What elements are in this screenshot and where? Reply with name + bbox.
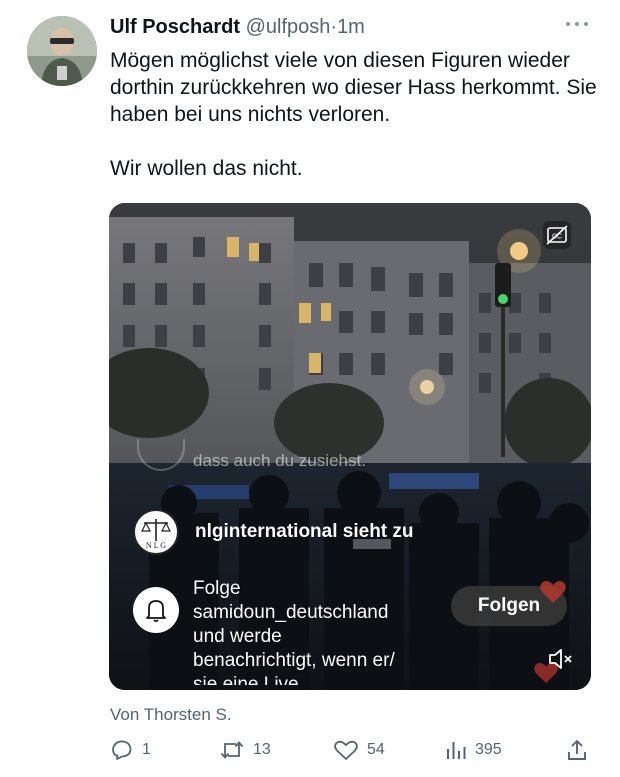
closed-caption-icon[interactable]: CC <box>543 221 571 249</box>
author-handle[interactable]: @ulfposh <box>246 16 331 38</box>
share-icon <box>568 740 586 760</box>
follow-line: benachrichtigt, wenn er/ <box>193 650 395 671</box>
analytics-icon <box>447 742 466 759</box>
retweet-icon <box>220 741 244 759</box>
follow-line: und werde <box>193 626 282 647</box>
follow-line: sie eine Live <box>193 674 299 685</box>
tweet-paragraph-2: Wir wollen das nicht. <box>110 157 303 180</box>
like-button[interactable]: 54 <box>333 735 385 765</box>
heart-icon <box>540 581 566 603</box>
author-avatar[interactable] <box>27 16 97 86</box>
reply-button[interactable]: 1 <box>110 735 151 765</box>
video-media[interactable]: CC dass auch du zusiehst. N L G nlginter… <box>109 203 591 690</box>
follow-prompt-text: Folge samidoun_deutschland und werde ben… <box>193 577 433 685</box>
nlg-logo-icon: N L G <box>133 509 179 555</box>
tweet-paragraph-1: Mögen möglichst viele von diesen Figuren… <box>110 49 597 126</box>
reply-icon <box>112 740 132 760</box>
follow-line: Folge <box>193 578 241 599</box>
speaker-muted-icon[interactable] <box>547 646 575 672</box>
watching-label: nlginternational sieht zu <box>195 521 414 542</box>
view-count: 395 <box>475 741 502 758</box>
avatar-photo <box>27 16 97 86</box>
views-button[interactable]: 395 <box>445 735 502 765</box>
svg-text:N L G: N L G <box>146 541 166 550</box>
retweet-button[interactable]: 13 <box>219 735 271 765</box>
retweet-count: 13 <box>253 741 271 758</box>
share-button[interactable] <box>565 735 589 765</box>
like-count: 54 <box>367 741 385 758</box>
bell-icon[interactable] <box>133 587 179 633</box>
author-name[interactable]: Ulf Poschardt <box>110 16 240 38</box>
heart-outline-icon <box>334 740 358 760</box>
reply-count: 1 <box>142 741 151 758</box>
follow-line: samidoun_deutschland <box>193 602 389 623</box>
video-caption-ghost: dass auch du zusiehst. <box>193 451 366 470</box>
media-source-label[interactable]: Von Thorsten S. <box>110 705 232 725</box>
tweet-actions: 1 13 54 395 <box>0 735 620 765</box>
tweet-header: Ulf Poschardt @ulfposh·1m <box>110 14 365 40</box>
tweet-text: Mögen möglichst viele von diesen Figuren… <box>110 47 600 182</box>
tweet-time[interactable]: 1m <box>337 16 365 38</box>
more-options-icon[interactable] <box>566 18 590 30</box>
